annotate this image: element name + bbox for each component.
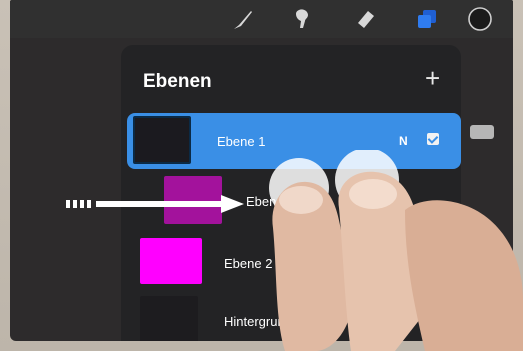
layer-thumbnail (140, 238, 202, 284)
top-toolbar (10, 0, 513, 38)
layers-icon[interactable] (414, 6, 440, 32)
brush-icon[interactable] (230, 6, 256, 32)
panel-title: Ebenen (143, 71, 212, 92)
layer-name: Ebene 1 (217, 134, 266, 149)
visibility-checkbox[interactable] (427, 133, 439, 145)
eraser-icon[interactable] (353, 6, 379, 32)
blend-mode-button[interactable]: N (399, 134, 408, 148)
layer-thumbnail (133, 116, 191, 164)
smudge-icon[interactable] (291, 6, 317, 32)
sidebar-slider-handle[interactable] (470, 125, 494, 139)
two-finger-touch-hand (269, 150, 523, 351)
drag-direction-arrow (66, 195, 244, 213)
layer-thumbnail (140, 296, 198, 341)
color-icon[interactable] (467, 6, 493, 32)
add-layer-button[interactable]: + (425, 65, 440, 91)
